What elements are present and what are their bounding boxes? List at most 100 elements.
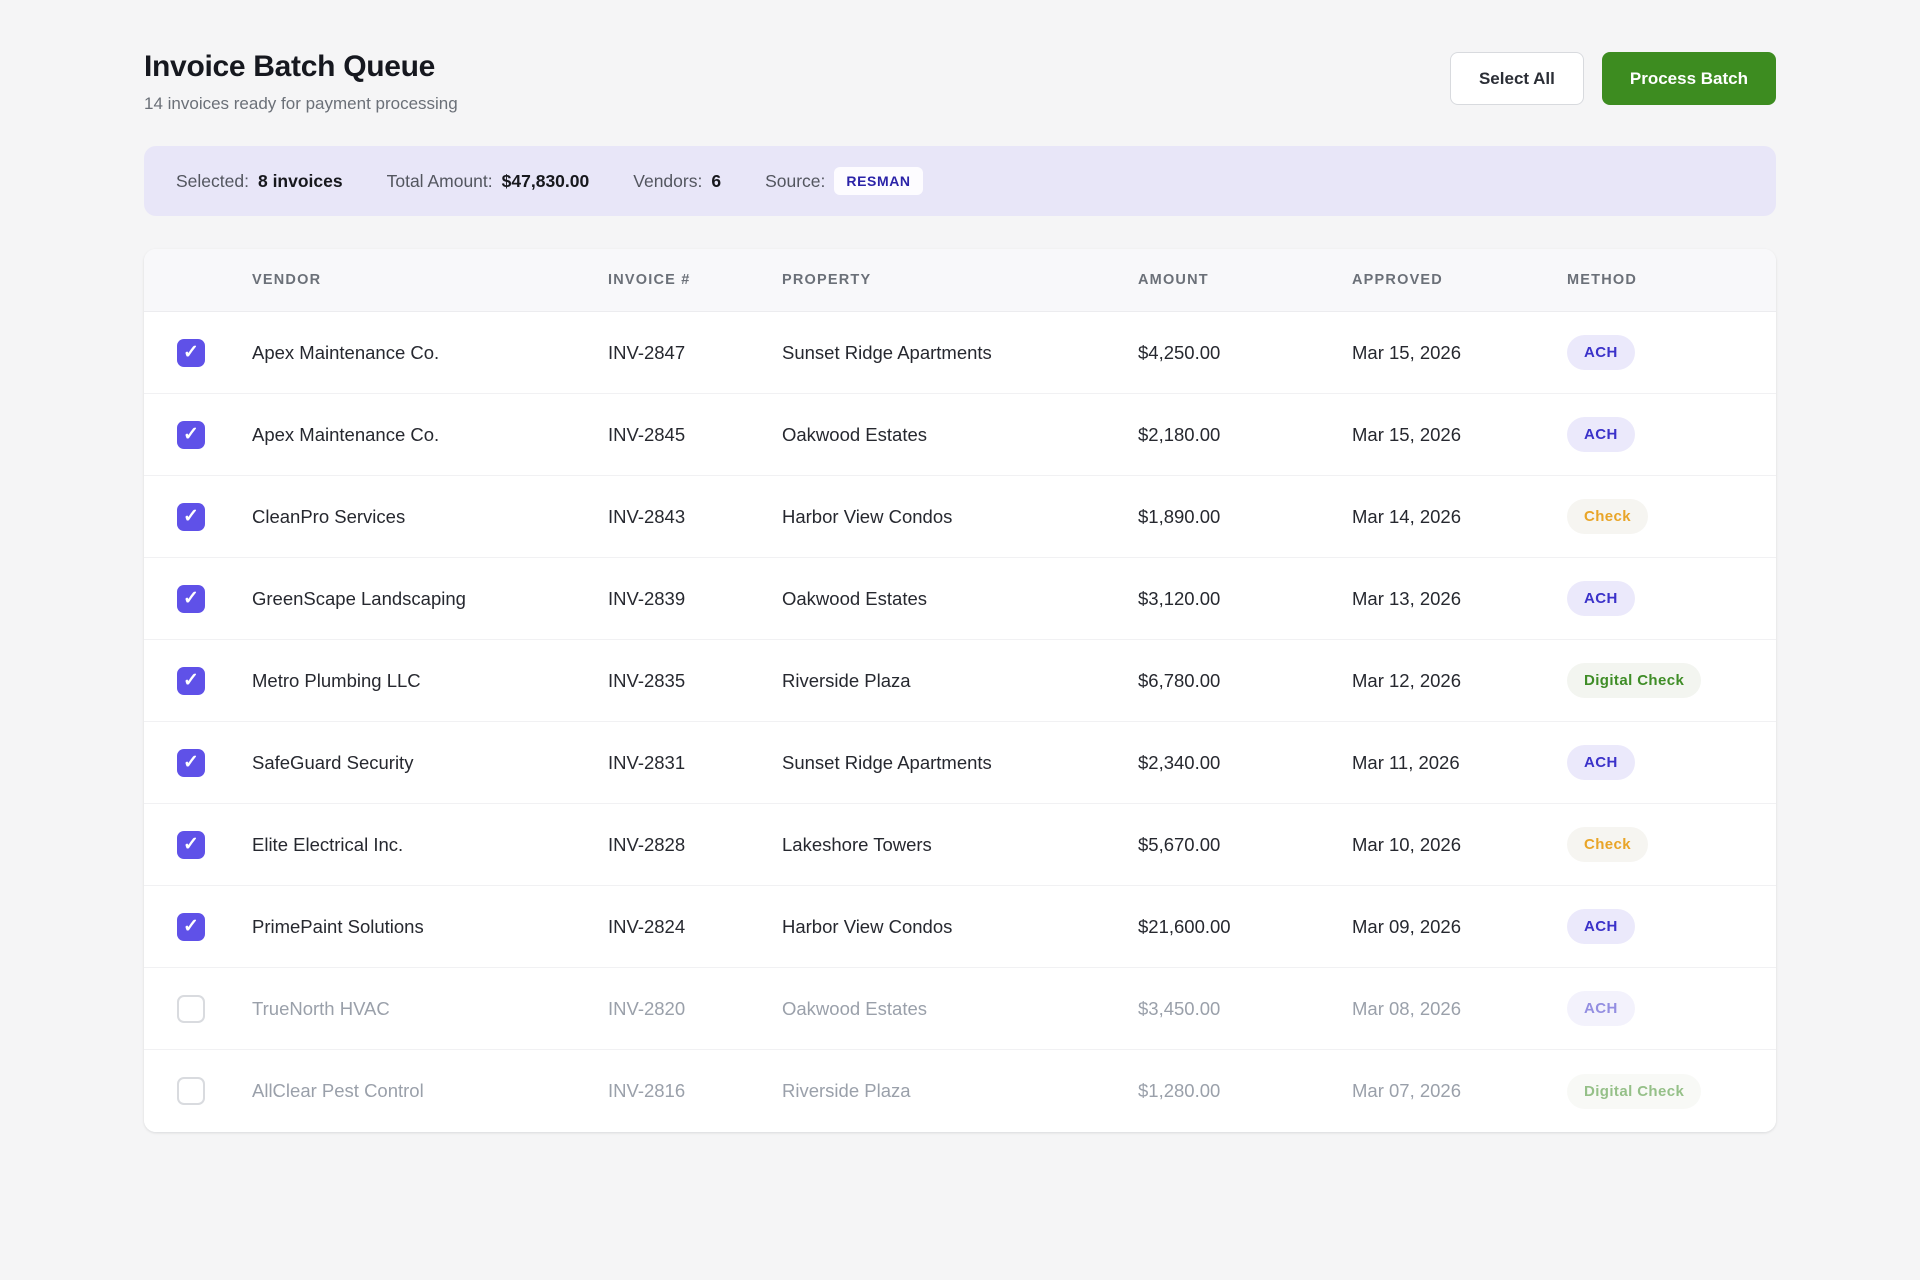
invoice-cell: INV-2824: [608, 916, 782, 938]
method-cell: ACH: [1567, 991, 1776, 1026]
process-batch-button[interactable]: Process Batch: [1602, 52, 1776, 105]
method-badge: ACH: [1567, 581, 1635, 616]
table-row[interactable]: ✓ CleanPro Services INV-2843 Harbor View…: [144, 476, 1776, 558]
method-cell: ACH: [1567, 581, 1776, 616]
row-checkbox[interactable]: ✓: [177, 339, 205, 367]
page-container: Invoice Batch Queue 14 invoices ready fo…: [144, 0, 1776, 1132]
property-cell: Riverside Plaza: [782, 1080, 1138, 1102]
vendor-cell: CleanPro Services: [252, 506, 608, 528]
select-all-button[interactable]: Select All: [1450, 52, 1584, 105]
vendor-cell: PrimePaint Solutions: [252, 916, 608, 938]
property-cell: Harbor View Condos: [782, 916, 1138, 938]
property-cell: Sunset Ridge Apartments: [782, 752, 1138, 774]
property-cell: Oakwood Estates: [782, 998, 1138, 1020]
row-checkbox[interactable]: ✓: [177, 831, 205, 859]
checkbox-cell: ✓: [144, 585, 252, 613]
checkmark-icon: ✓: [183, 589, 199, 608]
row-checkbox[interactable]: ✓: [177, 995, 205, 1023]
table-row[interactable]: ✓ Apex Maintenance Co. INV-2845 Oakwood …: [144, 394, 1776, 476]
invoice-cell: INV-2845: [608, 424, 782, 446]
table-row[interactable]: ✓ Apex Maintenance Co. INV-2847 Sunset R…: [144, 312, 1776, 394]
vendor-cell: SafeGuard Security: [252, 752, 608, 774]
approved-cell: Mar 08, 2026: [1352, 998, 1567, 1020]
amount-cell: $1,890.00: [1138, 506, 1352, 528]
approved-cell: Mar 11, 2026: [1352, 752, 1567, 774]
row-checkbox[interactable]: ✓: [177, 503, 205, 531]
invoice-table-header: VENDOR INVOICE # PROPERTY AMOUNT APPROVE…: [144, 249, 1776, 312]
property-cell: Oakwood Estates: [782, 588, 1138, 610]
method-cell: Digital Check: [1567, 663, 1776, 698]
vendor-cell: Apex Maintenance Co.: [252, 424, 608, 446]
amount-cell: $21,600.00: [1138, 916, 1352, 938]
summary-total-amount: Total Amount: $47,830.00: [387, 171, 590, 192]
table-row[interactable]: ✓ SafeGuard Security INV-2831 Sunset Rid…: [144, 722, 1776, 804]
checkbox-cell: ✓: [144, 421, 252, 449]
table-row[interactable]: ✓ Metro Plumbing LLC INV-2835 Riverside …: [144, 640, 1776, 722]
method-badge: ACH: [1567, 417, 1635, 452]
invoice-cell: INV-2831: [608, 752, 782, 774]
approved-cell: Mar 15, 2026: [1352, 424, 1567, 446]
row-checkbox[interactable]: ✓: [177, 913, 205, 941]
invoice-cell: INV-2835: [608, 670, 782, 692]
vendors-label: Vendors:: [633, 171, 702, 192]
vendor-cell: Metro Plumbing LLC: [252, 670, 608, 692]
header-cell-invoice: INVOICE #: [608, 272, 782, 288]
summary-source: Source: RESMAN: [765, 167, 923, 195]
total-amount-label: Total Amount:: [387, 171, 493, 192]
amount-cell: $2,180.00: [1138, 424, 1352, 446]
header-cell-approved: APPROVED: [1352, 272, 1567, 288]
checkbox-cell: ✓: [144, 995, 252, 1023]
summary-selected: Selected: 8 invoices: [176, 171, 343, 192]
row-checkbox[interactable]: ✓: [177, 421, 205, 449]
table-row[interactable]: ✓ GreenScape Landscaping INV-2839 Oakwoo…: [144, 558, 1776, 640]
method-badge: ACH: [1567, 335, 1635, 370]
method-cell: Digital Check: [1567, 1074, 1776, 1109]
method-cell: ACH: [1567, 909, 1776, 944]
property-cell: Harbor View Condos: [782, 506, 1138, 528]
total-amount-value: $47,830.00: [502, 171, 590, 192]
checkbox-cell: ✓: [144, 749, 252, 777]
vendor-cell: TrueNorth HVAC: [252, 998, 608, 1020]
checkbox-cell: ✓: [144, 503, 252, 531]
table-row[interactable]: ✓ Elite Electrical Inc. INV-2828 Lakesho…: [144, 804, 1776, 886]
amount-cell: $3,120.00: [1138, 588, 1352, 610]
table-row[interactable]: ✓ AllClear Pest Control INV-2816 Riversi…: [144, 1050, 1776, 1132]
method-badge: Check: [1567, 499, 1648, 534]
amount-cell: $2,340.00: [1138, 752, 1352, 774]
approved-cell: Mar 15, 2026: [1352, 342, 1567, 364]
vendor-cell: Elite Electrical Inc.: [252, 834, 608, 856]
checkmark-icon: ✓: [183, 753, 199, 772]
row-checkbox[interactable]: ✓: [177, 585, 205, 613]
property-cell: Lakeshore Towers: [782, 834, 1138, 856]
row-checkbox[interactable]: ✓: [177, 749, 205, 777]
table-row[interactable]: ✓ TrueNorth HVAC INV-2820 Oakwood Estate…: [144, 968, 1776, 1050]
checkmark-icon: ✓: [183, 425, 199, 444]
row-checkbox[interactable]: ✓: [177, 667, 205, 695]
header-cell-amount: AMOUNT: [1138, 272, 1352, 288]
approved-cell: Mar 12, 2026: [1352, 670, 1567, 692]
checkbox-cell: ✓: [144, 1077, 252, 1105]
summary-vendors: Vendors: 6: [633, 171, 721, 192]
invoice-cell: INV-2828: [608, 834, 782, 856]
amount-cell: $5,670.00: [1138, 834, 1352, 856]
property-cell: Sunset Ridge Apartments: [782, 342, 1138, 364]
method-badge: Digital Check: [1567, 1074, 1701, 1109]
batch-summary-bar: Selected: 8 invoices Total Amount: $47,8…: [144, 146, 1776, 216]
amount-cell: $3,450.00: [1138, 998, 1352, 1020]
method-cell: Check: [1567, 827, 1776, 862]
selected-label: Selected:: [176, 171, 249, 192]
property-cell: Riverside Plaza: [782, 670, 1138, 692]
table-row[interactable]: ✓ PrimePaint Solutions INV-2824 Harbor V…: [144, 886, 1776, 968]
header-cell-method: METHOD: [1567, 272, 1776, 288]
checkbox-cell: ✓: [144, 913, 252, 941]
source-badge: RESMAN: [834, 167, 922, 195]
invoice-cell: INV-2816: [608, 1080, 782, 1102]
invoice-table: VENDOR INVOICE # PROPERTY AMOUNT APPROVE…: [144, 249, 1776, 1132]
header-titles: Invoice Batch Queue 14 invoices ready fo…: [144, 50, 458, 114]
method-badge: ACH: [1567, 991, 1635, 1026]
amount-cell: $1,280.00: [1138, 1080, 1352, 1102]
selected-value: 8 invoices: [258, 171, 343, 192]
checkmark-icon: ✓: [183, 671, 199, 690]
row-checkbox[interactable]: ✓: [177, 1077, 205, 1105]
method-cell: ACH: [1567, 335, 1776, 370]
